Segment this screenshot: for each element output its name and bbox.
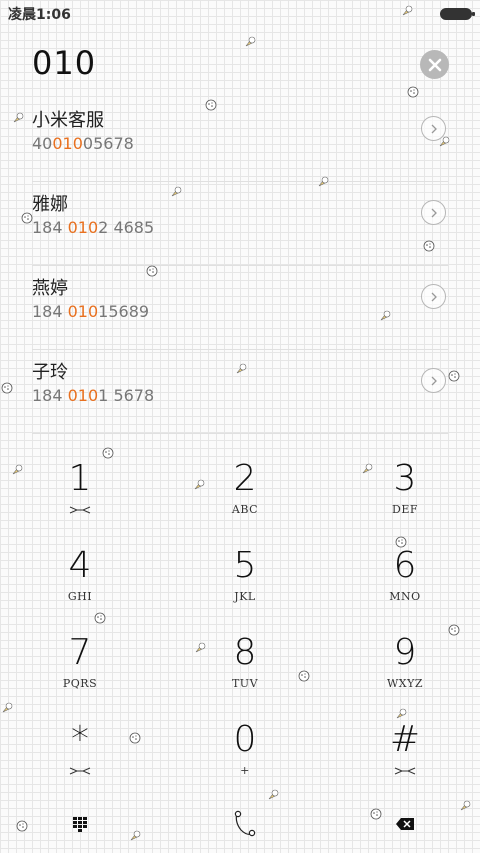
key-3[interactable]: 3 DEF — [330, 447, 480, 534]
contact-row[interactable]: 雅娜 184 0102 4685 — [32, 182, 448, 266]
key-letters: TUV — [231, 677, 259, 690]
contact-name: 小米客服 — [32, 110, 104, 131]
key-digit: 1 — [68, 458, 92, 499]
key-digit: 6 — [393, 545, 417, 586]
key-hash[interactable]: # — [330, 708, 480, 795]
contact-row[interactable]: 子玲 184 0101 5678 — [32, 350, 448, 434]
key-8[interactable]: 8 TUV — [160, 621, 330, 708]
contact-row[interactable]: 燕婷 184 01015689 — [32, 266, 448, 350]
key-digit: 7 — [68, 632, 92, 673]
contact-row[interactable]: 小米客服 4001005678 — [32, 98, 448, 182]
close-icon — [428, 58, 441, 71]
key-letters: DEF — [392, 503, 418, 516]
key-star[interactable]: * — [0, 708, 160, 795]
key-2[interactable]: 2 ABC — [160, 447, 330, 534]
key-0[interactable]: 0 + — [160, 708, 330, 795]
contact-detail-button[interactable] — [421, 284, 446, 309]
dialpad-icon — [73, 817, 87, 832]
contact-number: 4001005678 — [32, 134, 134, 153]
key-digit: 5 — [233, 545, 257, 586]
contact-number: 184 0102 4685 — [32, 218, 155, 237]
key-digit: 3 — [393, 458, 417, 499]
dial-keypad: 1 2 ABC 3 DEF 4 GHI 5 JKL 6 MNO 7 PQRS 8… — [0, 447, 480, 795]
key-letters: + — [240, 764, 250, 777]
key-1[interactable]: 1 — [0, 447, 160, 534]
clear-button[interactable] — [420, 50, 449, 79]
dial-actions — [0, 795, 480, 853]
key-digit: 4 — [68, 545, 92, 586]
key-5[interactable]: 5 JKL — [160, 534, 330, 621]
contact-detail-button[interactable] — [421, 116, 446, 141]
key-9[interactable]: 9 WXYZ — [330, 621, 480, 708]
contact-name: 燕婷 — [32, 278, 68, 299]
backspace-button[interactable] — [330, 795, 480, 853]
key-letters: ABC — [231, 503, 259, 516]
key-digit: 2 — [233, 458, 257, 499]
toggle-keypad-button[interactable] — [0, 795, 160, 853]
search-results: 小米客服 4001005678 雅娜 184 0102 4685 燕婷 184 … — [0, 98, 480, 434]
wait-symbol-icon — [394, 767, 416, 775]
contact-number: 184 01015689 — [32, 302, 150, 321]
key-digit: 8 — [233, 632, 257, 673]
chevron-right-icon — [431, 124, 437, 133]
contact-detail-button[interactable] — [421, 200, 446, 225]
chevron-right-icon — [431, 208, 437, 217]
key-digit: 9 — [393, 632, 417, 673]
battery-icon — [440, 8, 475, 20]
voicemail-icon — [69, 506, 91, 514]
status-time: 凌晨1:06 — [8, 7, 71, 23]
backspace-icon — [396, 818, 414, 830]
contact-detail-button[interactable] — [421, 368, 446, 393]
contact-name: 子玲 — [32, 362, 68, 383]
key-letters: PQRS — [62, 677, 98, 690]
key-letters: JKL — [234, 590, 256, 603]
chevron-right-icon — [431, 376, 437, 385]
chevron-right-icon — [431, 292, 437, 301]
status-bar: 凌晨1:06 — [0, 0, 480, 28]
dial-input-bar: 010 — [0, 40, 480, 90]
key-4[interactable]: 4 GHI — [0, 534, 160, 621]
dialed-number[interactable]: 010 — [32, 44, 96, 82]
key-6[interactable]: 6 MNO — [330, 534, 480, 621]
call-button[interactable] — [160, 795, 330, 853]
key-digit: * — [71, 719, 89, 760]
key-letters: MNO — [389, 590, 421, 603]
key-letters: WXYZ — [386, 677, 424, 690]
phone-icon — [234, 810, 256, 837]
key-7[interactable]: 7 PQRS — [0, 621, 160, 708]
key-digit: 0 — [233, 719, 257, 760]
key-digit: # — [389, 719, 421, 760]
contact-name: 雅娜 — [32, 194, 68, 215]
pause-symbol-icon — [69, 767, 91, 775]
key-letters: GHI — [67, 590, 93, 603]
contact-number: 184 0101 5678 — [32, 386, 155, 405]
